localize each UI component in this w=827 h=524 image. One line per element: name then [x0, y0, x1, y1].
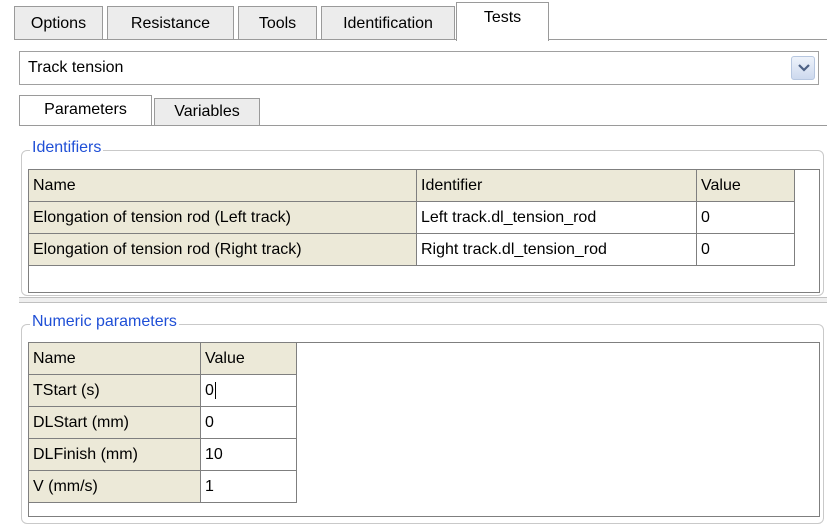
chevron-down-icon — [798, 64, 810, 72]
tab-options[interactable]: Options — [14, 6, 103, 40]
numeric-parameters-legend: Numeric parameters — [30, 313, 179, 331]
identifier-value-cell[interactable]: 0 — [696, 201, 795, 234]
column-header-name[interactable]: Name — [28, 169, 417, 202]
text-caret — [214, 381, 216, 399]
numeric-header-row: Name Value — [28, 342, 297, 375]
parameter-value-cell[interactable]: 1 — [200, 470, 297, 503]
main-tabstrip: Options Resistance Tools Identification … — [0, 0, 827, 41]
identifier-cell[interactable]: Left track.dl_tension_rod — [416, 201, 697, 234]
table-row: Elongation of tension rod (Right track) … — [28, 233, 795, 266]
table-row: DLStart (mm) 0 — [28, 406, 297, 439]
parameter-value-cell[interactable]: 10 — [200, 438, 297, 471]
parameter-name-cell[interactable]: DLStart (mm) — [28, 406, 201, 439]
tab-resistance[interactable]: Resistance — [107, 6, 234, 40]
parameter-value-cell[interactable]: 0 — [200, 406, 297, 439]
identifier-cell[interactable]: Right track.dl_tension_rod — [416, 233, 697, 266]
tab-identification[interactable]: Identification — [321, 6, 455, 40]
tab-tests[interactable]: Tests — [456, 2, 549, 41]
parameter-value-text: 0 — [205, 381, 214, 399]
subtab-parameters[interactable]: Parameters — [19, 95, 152, 125]
column-header-value[interactable]: Value — [696, 169, 795, 202]
splitter-handle[interactable] — [19, 297, 827, 303]
column-header-value[interactable]: Value — [200, 342, 297, 375]
tabstrip-baseline — [14, 39, 827, 40]
subtab-variables[interactable]: Variables — [154, 98, 260, 125]
table-row: DLFinish (mm) 10 — [28, 438, 297, 471]
table-row: V (mm/s) 1 — [28, 470, 297, 503]
identifiers-legend: Identifiers — [30, 139, 104, 157]
subtab-baseline — [19, 125, 827, 126]
table-row: Elongation of tension rod (Left track) L… — [28, 201, 795, 234]
table-row: TStart (s) 0 — [28, 374, 297, 407]
test-select[interactable]: Track tension — [19, 51, 819, 85]
identifier-name-cell[interactable]: Elongation of tension rod (Right track) — [28, 233, 417, 266]
identifier-name-cell[interactable]: Elongation of tension rod (Left track) — [28, 201, 417, 234]
numeric-parameters-table: Name Value TStart (s) 0 DLStart (mm) 0 D… — [28, 342, 297, 503]
parameter-name-cell[interactable]: DLFinish (mm) — [28, 438, 201, 471]
identifiers-header-row: Name Identifier Value — [28, 169, 795, 202]
identifier-value-cell[interactable]: 0 — [696, 233, 795, 266]
parameter-name-cell[interactable]: V (mm/s) — [28, 470, 201, 503]
identifiers-table: Name Identifier Value Elongation of tens… — [28, 169, 795, 266]
tab-tools[interactable]: Tools — [238, 6, 317, 40]
parameter-value-cell-editing[interactable]: 0 — [200, 374, 297, 407]
dropdown-button[interactable] — [791, 56, 815, 80]
parameter-name-cell[interactable]: TStart (s) — [28, 374, 201, 407]
test-select-value: Track tension — [28, 59, 124, 76]
column-header-identifier[interactable]: Identifier — [416, 169, 697, 202]
column-header-name[interactable]: Name — [28, 342, 201, 375]
